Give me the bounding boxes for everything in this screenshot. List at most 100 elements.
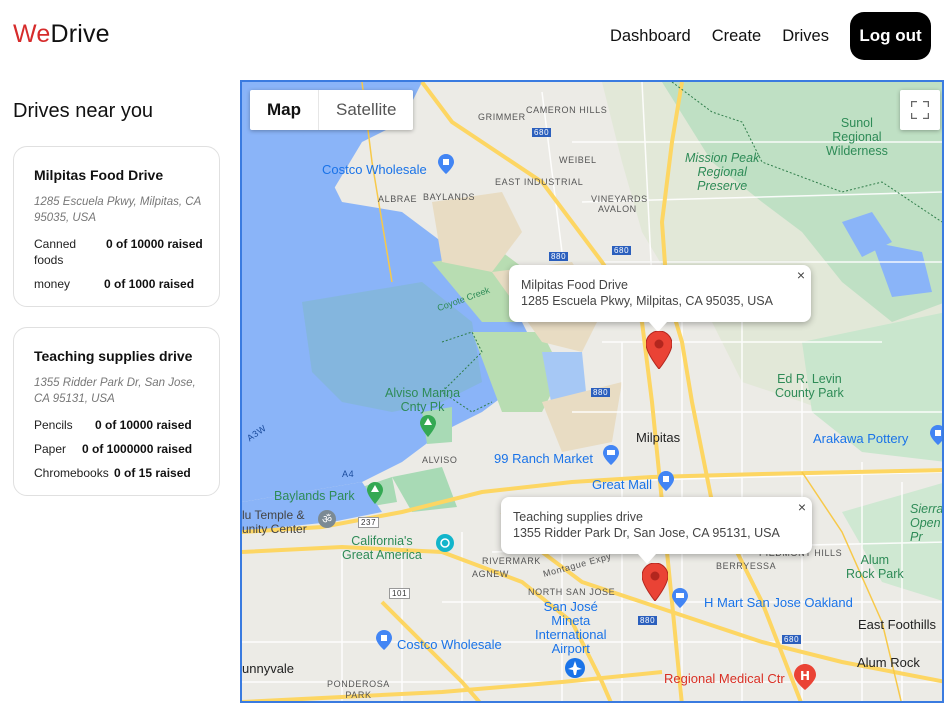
- nav-create[interactable]: Create: [712, 27, 762, 46]
- info-window-teaching: Teaching supplies drive 1355 Ridder Park…: [501, 497, 812, 564]
- drive-card-teaching-supplies[interactable]: Teaching supplies drive 1355 Ridder Park…: [13, 327, 220, 496]
- city-sunnyvale: unnyvale: [242, 661, 295, 676]
- svg-text:ॐ: ॐ: [322, 513, 332, 526]
- poi-arakawa-pottery[interactable]: Arakawa Pottery: [813, 431, 908, 446]
- drive-card-milpitas-food[interactable]: Milpitas Food Drive 1285 Escuela Pkwy, M…: [13, 146, 220, 307]
- shopping-pin-icon[interactable]: [376, 630, 392, 650]
- info-window-milpitas: Milpitas Food Drive 1285 Escuela Pkwy, M…: [509, 265, 811, 332]
- city-east-foothills: East Foothills: [858, 617, 937, 632]
- item-progress: 0 of 10000 raised: [95, 418, 192, 432]
- city-milpitas: Milpitas: [636, 430, 681, 445]
- map-label: CAMERON HILLS: [526, 105, 608, 115]
- poi-temple[interactable]: lu Temple & unity Center: [242, 508, 307, 536]
- map-label: A4: [342, 469, 355, 479]
- drive-item-row: Paper 0 of 1000000 raised: [34, 441, 205, 457]
- highway-shield: 237: [358, 517, 380, 528]
- logo-drive: Drive: [50, 20, 110, 48]
- item-label: money: [34, 277, 71, 291]
- drive-item-row: Canned foods 0 of 10000 raised: [34, 236, 205, 268]
- item-label: Pencils: [34, 418, 73, 432]
- item-label: Canned foods: [34, 237, 77, 267]
- poi-great-mall[interactable]: Great Mall: [592, 477, 652, 492]
- park-sierra[interactable]: Sierra Open S Pr: [910, 502, 942, 544]
- map-type-control: Map Satellite: [250, 90, 414, 130]
- nav-drives[interactable]: Drives: [782, 27, 829, 46]
- highway-shield: 680: [612, 246, 632, 255]
- drive-item-row: Pencils 0 of 10000 raised: [34, 417, 205, 433]
- map-label: BAYLANDS: [423, 192, 476, 202]
- map-type-satellite-button[interactable]: Satellite: [319, 90, 413, 130]
- item-progress: 0 of 1000000 raised: [82, 442, 193, 456]
- logout-button[interactable]: Log out: [850, 12, 931, 60]
- park-sunol[interactable]: Sunol Regional Wilderness: [826, 116, 888, 158]
- poi-99-ranch-market[interactable]: 99 Ranch Market: [494, 451, 593, 466]
- info-title: Teaching supplies drive: [513, 510, 643, 524]
- drive-address: 1355 Ridder Park Dr, San Jose, CA 95131,…: [34, 377, 196, 405]
- svg-text:H: H: [800, 669, 810, 683]
- item-label: Chromebooks: [34, 466, 109, 480]
- poi-costco-wholesale-2[interactable]: Costco Wholesale: [397, 637, 502, 652]
- item-progress: 0 of 15 raised: [114, 466, 191, 480]
- map-label: WEIBEL: [559, 155, 597, 165]
- cart-pin-icon[interactable]: [672, 588, 688, 608]
- map-label: PONDEROSA PARK: [327, 679, 390, 700]
- highway-shield: 680: [532, 128, 552, 137]
- map-label: EAST INDUSTRIAL: [495, 177, 584, 187]
- info-address: 1355 Ridder Park Dr, San Jose, CA 95131,…: [513, 526, 780, 540]
- airport-icon[interactable]: [565, 658, 585, 678]
- poi-costco-wholesale[interactable]: Costco Wholesale: [322, 162, 427, 177]
- shopping-bag-pin-icon[interactable]: [658, 471, 674, 491]
- city-alum-rock: Alum Rock: [857, 655, 920, 670]
- app-header: WeDrive Dashboard Create Drives Log out: [0, 0, 944, 72]
- drive-marker-icon[interactable]: [642, 563, 668, 601]
- drives-map[interactable]: GRIMMER CAMERON HILLS WEIBEL EAST INDUST…: [240, 80, 944, 703]
- amusement-park-icon[interactable]: [436, 534, 454, 552]
- poi-h-mart[interactable]: H Mart San Jose Oakland: [704, 595, 853, 610]
- poi-san-jose-airport[interactable]: San José Mineta International Airport: [535, 600, 607, 656]
- highway-shield: 880: [549, 252, 569, 261]
- app-logo[interactable]: WeDrive: [13, 20, 110, 49]
- map-label: BERRYESSA: [716, 561, 777, 571]
- park-alum-rock[interactable]: Alum Rock Park: [846, 553, 904, 581]
- hospital-pin-icon[interactable]: H: [794, 664, 816, 690]
- info-close-button[interactable]: ×: [797, 267, 805, 283]
- park-ed-levin[interactable]: Ed R. Levin County Park: [775, 372, 844, 400]
- info-address: 1285 Escuela Pkwy, Milpitas, CA 95035, U…: [521, 294, 773, 308]
- map-label: VINEYARDS: [591, 194, 648, 204]
- logo-we: We: [13, 20, 51, 48]
- map-label: NORTH SAN JOSE: [528, 587, 616, 597]
- highway-shield: 101: [389, 588, 411, 599]
- map-type-map-button[interactable]: Map: [250, 90, 319, 130]
- shopping-pin-icon[interactable]: [930, 425, 944, 445]
- drive-name: Milpitas Food Drive: [34, 167, 164, 183]
- sidebar-title: Drives near you: [13, 100, 154, 122]
- map-label: ALVISO: [422, 455, 458, 465]
- map-label: RIVERMARK: [482, 556, 541, 566]
- park-mission-peak[interactable]: Mission Peak Regional Preserve: [685, 151, 759, 193]
- drives-sidebar: Drives near you Milpitas Food Drive 1285…: [13, 100, 220, 496]
- map-label: ALBRAE: [378, 194, 418, 204]
- main-nav: Dashboard Create Drives Log out: [610, 12, 944, 60]
- poi-regional-medical-ctr[interactable]: Regional Medical Ctr: [664, 671, 785, 686]
- info-close-button[interactable]: ×: [798, 499, 806, 515]
- item-progress: 0 of 10000 raised: [106, 237, 203, 251]
- park-alviso-marina[interactable]: Alviso Marina Cnty Pk: [385, 386, 460, 414]
- drive-address: 1285 Escuela Pkwy, Milpitas, CA 95035, U…: [34, 196, 201, 224]
- nav-dashboard[interactable]: Dashboard: [610, 27, 691, 46]
- info-title: Milpitas Food Drive: [521, 278, 628, 292]
- shopping-pin-icon[interactable]: [438, 154, 454, 174]
- tree-pin-icon[interactable]: [420, 415, 436, 439]
- map-label: AVALON: [598, 204, 637, 214]
- drive-marker-icon[interactable]: [646, 331, 672, 369]
- item-progress: 0 of 1000 raised: [104, 277, 195, 291]
- cart-pin-icon[interactable]: [603, 445, 619, 465]
- fullscreen-icon: [911, 101, 929, 119]
- map-label: AGNEW: [472, 569, 510, 579]
- temple-icon[interactable]: ॐ: [318, 510, 336, 528]
- item-label: Paper: [34, 442, 67, 456]
- park-baylands[interactable]: Baylands Park: [274, 489, 355, 503]
- fullscreen-button[interactable]: [900, 90, 940, 130]
- drive-item-row: Chromebooks 0 of 15 raised: [34, 465, 205, 481]
- tree-pin-icon[interactable]: [367, 482, 383, 506]
- poi-californias-great-america[interactable]: California's Great America: [342, 534, 422, 562]
